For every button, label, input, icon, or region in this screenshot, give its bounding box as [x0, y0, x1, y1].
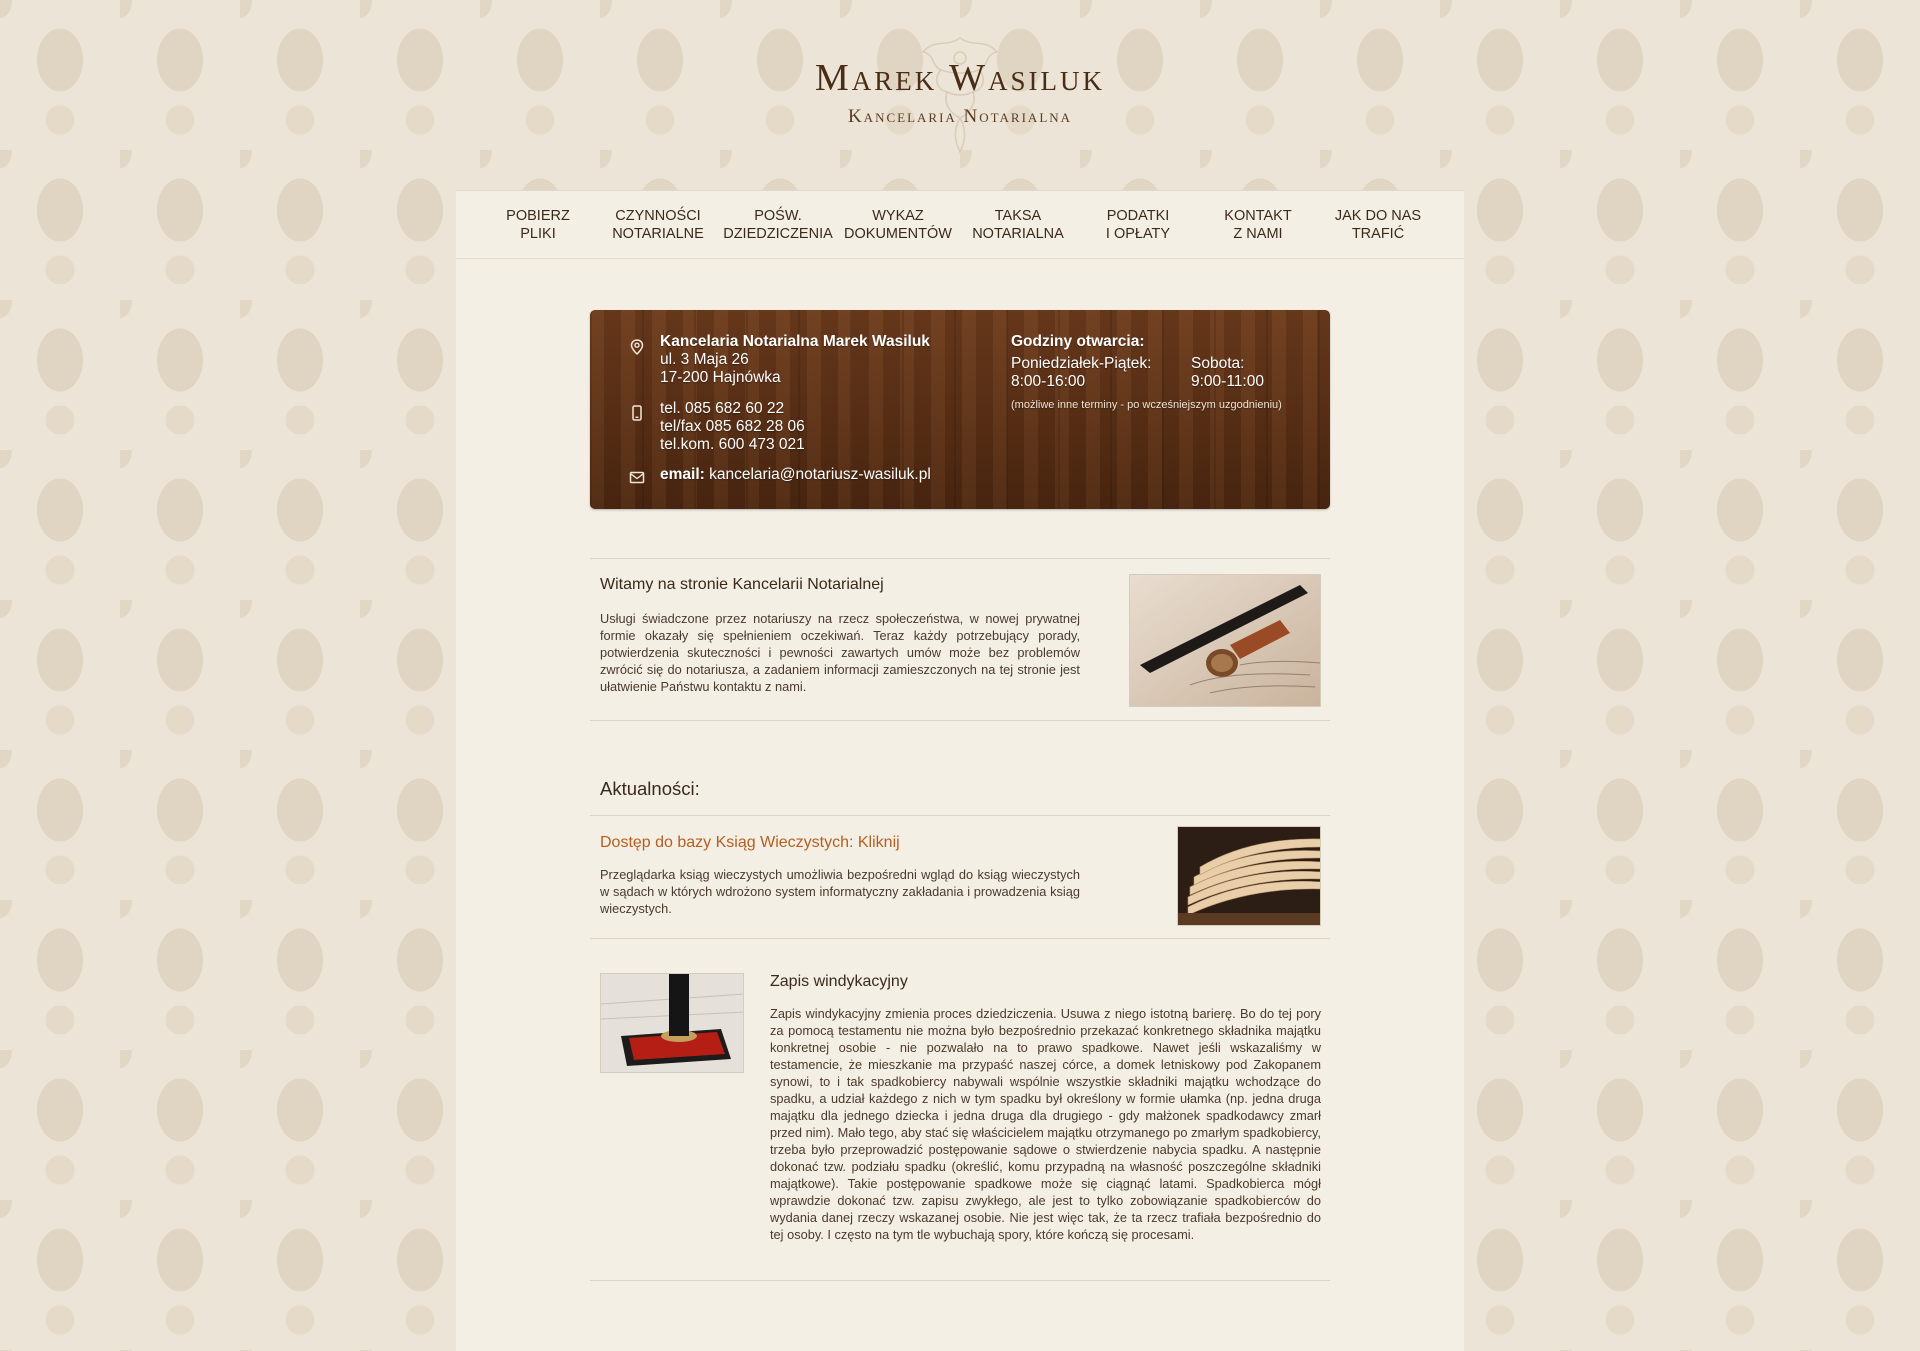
weekdays-label: Poniedziałek-Piątek:	[1011, 355, 1152, 372]
nav-item-posw-dziedziczenia[interactable]: POŚW. DZIEDZICZENIA	[718, 191, 838, 259]
email-link[interactable]: kancelaria@notariusz-wasiluk.pl	[709, 466, 931, 483]
office-address: ul. 3 Maja 26 17-200 Hajnówka	[660, 351, 781, 386]
weekdays-hours: 8:00-16:00	[1011, 373, 1086, 390]
main-nav: POBIERZ PLIKI CZYNNOŚCI NOTARIALNE POŚW.…	[456, 190, 1464, 259]
divider	[590, 938, 1330, 939]
site-header: Marek Wasiluk Kancelaria Notarialna	[0, 0, 1920, 180]
map-pin-icon	[630, 339, 644, 356]
site-title[interactable]: Marek Wasiluk	[0, 56, 1920, 100]
contact-panel: Kancelaria Notarialna Marek Wasiluk ul. …	[590, 310, 1330, 509]
welcome-title: Witamy na stronie Kancelarii Notarialnej	[600, 576, 884, 593]
site-subtitle: Kancelaria Notarialna	[847, 106, 1073, 127]
nav-item-jak-do-nas-trafic[interactable]: JAK DO NAS TRAFIĆ	[1318, 191, 1438, 259]
divider	[590, 558, 1330, 559]
news-item-text: Przeglądarka ksiąg wieczystych umożliwia…	[600, 867, 1080, 916]
stamp-image	[600, 973, 744, 1073]
divider	[590, 1280, 1330, 1281]
saturday-hours: 9:00-11:00	[1191, 373, 1264, 390]
nav-item-czynnosci-notarialne[interactable]: CZYNNOŚCI NOTARIALNE	[598, 191, 718, 259]
divider	[590, 815, 1330, 816]
nav-item-wykaz-dokumentow[interactable]: WYKAZ DOKUMENTÓW	[838, 191, 958, 259]
nav-item-kontakt[interactable]: KONTAKT Z NAMI	[1198, 191, 1318, 259]
news-title: Aktualności:	[600, 778, 700, 799]
nav-item-taksa-notarialna[interactable]: TAKSA NOTARIALNA	[958, 191, 1078, 259]
email-line: email: kancelaria@notariusz-wasiluk.pl	[660, 466, 931, 483]
office-name: Kancelaria Notarialna Marek Wasiluk	[660, 333, 930, 350]
welcome-text: Usługi świadczone przez notariuszy na rz…	[600, 611, 1080, 694]
phone-icon	[632, 405, 642, 421]
divider	[590, 720, 1330, 721]
news-item-text: Zapis windykacyjny zmienia proces dziedz…	[770, 1006, 1321, 1242]
nav-item-podatki-i-oplaty[interactable]: PODATKI I OPŁATY	[1078, 191, 1198, 259]
nav-item-pobierz-pliki[interactable]: POBIERZ PLIKI	[478, 191, 598, 259]
old-book-image	[1177, 826, 1321, 926]
hours-note: (możliwe inne terminy - po wcześniejszym…	[1011, 399, 1282, 411]
mail-icon	[629, 471, 645, 484]
page-container: POBIERZ PLIKI CZYNNOŚCI NOTARIALNE POŚW.…	[456, 190, 1464, 1351]
hours-title: Godziny otwarcia:	[1011, 333, 1145, 350]
news-item-title[interactable]: Zapis windykacyjny	[770, 973, 908, 991]
news-item-title[interactable]: Dostęp do bazy Ksiąg Wieczystych: Klikni…	[600, 834, 900, 852]
phone-numbers: tel. 085 682 60 22 tel/fax 085 682 28 06…	[660, 400, 805, 453]
saturday-label: Sobota:	[1191, 355, 1245, 372]
pen-and-letter-image	[1129, 574, 1321, 707]
